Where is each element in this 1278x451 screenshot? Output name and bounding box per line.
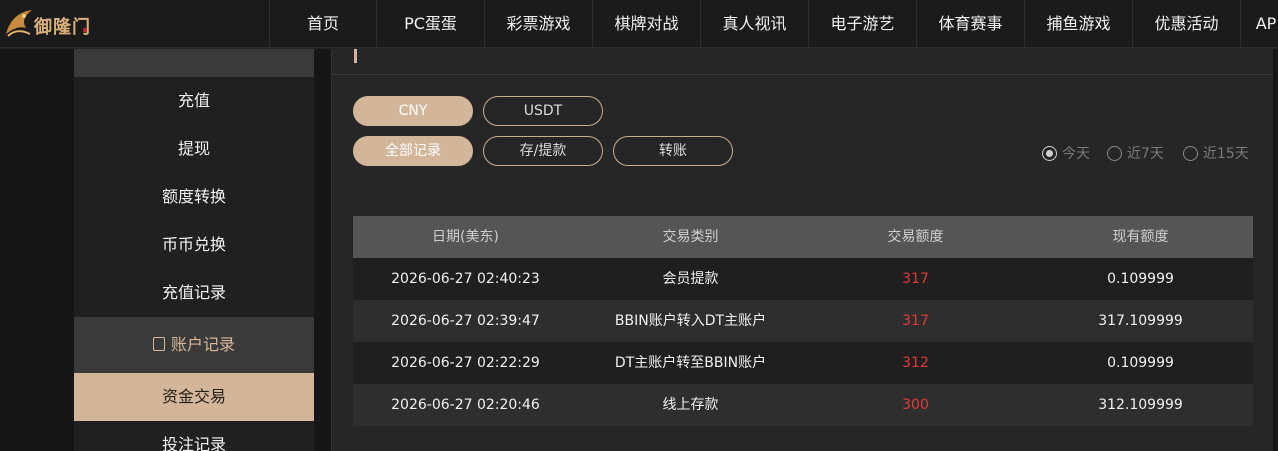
radio-dot-icon: [1107, 145, 1122, 161]
top-nav-bar: 御隆门 首页 PC蛋蛋 彩票游戏 棋牌对战 真人视讯 电子游艺 体育赛事 捕鱼游…: [0, 0, 1278, 48]
filter-deposit-withdraw[interactable]: 存/提款: [483, 136, 603, 166]
cell-balance: 312.109999: [1098, 397, 1183, 413]
cell-balance: 0.109999: [1107, 271, 1174, 287]
nav-promotions[interactable]: 优惠活动: [1133, 0, 1241, 48]
table-row: 2026-06-27 02:40:23 会员提款 317 0.109999: [353, 258, 1253, 300]
table-row: 2026-06-27 02:39:47 BBIN账户转入DT主账户 317 31…: [353, 300, 1253, 342]
column-header-date: 日期(美东): [432, 229, 499, 245]
table-header: 日期(美东) 交易类别 交易额度 现有额度: [353, 216, 1253, 258]
radio-dot-icon: [1042, 145, 1057, 161]
nav-live-casino[interactable]: 真人视讯: [701, 0, 809, 48]
cell-amount: 317: [902, 313, 929, 329]
sidebar-item-transfer[interactable]: 额度转换: [74, 173, 314, 221]
nav-fishing[interactable]: 捕鱼游戏: [1025, 0, 1133, 48]
table-row: 2026-06-27 02:20:46 线上存款 300 312.109999: [353, 384, 1253, 426]
main-nav: 首页 PC蛋蛋 彩票游戏 棋牌对战 真人视讯 电子游艺 体育赛事 捕鱼游戏 优惠…: [270, 0, 1278, 48]
cell-amount: 317: [902, 271, 929, 287]
cell-type: BBIN账户转入DT主账户: [614, 313, 767, 329]
table-row: 2026-06-27 02:22:29 DT主账户转至BBIN账户 312 0.…: [353, 342, 1253, 384]
cell-amount: 312: [902, 355, 929, 371]
cell-balance: 317.109999: [1098, 313, 1183, 329]
panel-header: [332, 49, 1274, 75]
filter-transfer[interactable]: 转账: [613, 136, 733, 166]
column-header-type: 交易类别: [662, 229, 719, 245]
radio-today[interactable]: 今天: [1042, 143, 1090, 163]
tab-usdt[interactable]: USDT: [483, 96, 603, 126]
cell-balance: 0.109999: [1107, 355, 1174, 371]
date-range-selector: 今天 近7天 近15天: [1042, 143, 1249, 163]
nav-pc-egg[interactable]: PC蛋蛋: [377, 0, 485, 48]
nav-slots[interactable]: 电子游艺: [809, 0, 917, 48]
page-left-gutter: [0, 49, 74, 451]
tab-cny[interactable]: CNY: [353, 96, 473, 126]
sidebar-group-account-records[interactable]: 账户记录: [74, 317, 314, 373]
nav-chess-cards[interactable]: 棋牌对战: [593, 0, 701, 48]
page-scrollbar[interactable]: [1273, 49, 1278, 451]
cell-type: 会员提款: [662, 271, 719, 287]
dragon-logo-icon: [6, 10, 32, 37]
account-sidebar: 充值 提现 额度转换 币币兑换 充值记录 账户记录 资金交易 投注记录: [74, 49, 314, 451]
radio-last-15-days[interactable]: 近15天: [1182, 143, 1249, 163]
radio-last-7-days[interactable]: 近7天: [1107, 143, 1164, 163]
column-header-balance: 现有额度: [1112, 229, 1169, 245]
sidebar-item-deposit-records[interactable]: 充值记录: [74, 269, 314, 317]
sidebar-item-withdraw[interactable]: 提现: [74, 125, 314, 173]
filter-all-records[interactable]: 全部记录: [353, 136, 473, 166]
cell-date: 2026-06-27 02:39:47: [391, 313, 540, 329]
cell-date: 2026-06-27 02:20:46: [391, 397, 540, 413]
cell-date: 2026-06-27 02:40:23: [391, 271, 540, 287]
sidebar-group-label: 账户记录: [170, 335, 235, 354]
nav-lottery[interactable]: 彩票游戏: [485, 0, 593, 48]
nav-sports[interactable]: 体育赛事: [917, 0, 1025, 48]
sidebar-item-bet-records[interactable]: 投注记录: [74, 421, 314, 451]
brand-name: 御隆门: [34, 17, 91, 38]
radio-label: 近7天: [1127, 146, 1164, 162]
cell-amount: 300: [902, 397, 929, 413]
cell-type: 线上存款: [662, 397, 719, 413]
document-icon: [152, 337, 165, 351]
nav-home[interactable]: 首页: [270, 0, 377, 48]
column-header-amount: 交易额度: [887, 229, 944, 245]
sidebar-item-deposit[interactable]: 充值: [74, 77, 314, 125]
radio-dot-icon: [1182, 145, 1198, 161]
cell-date: 2026-06-27 02:22:29: [391, 355, 540, 371]
nav-ap[interactable]: AP: [1241, 0, 1278, 48]
sidebar-section-header: [74, 49, 314, 77]
radio-label: 今天: [1062, 146, 1090, 162]
cell-type: DT主账户转至BBIN账户: [614, 355, 767, 371]
panel-header-accent: [354, 49, 357, 63]
brand-logo[interactable]: 御隆门: [0, 0, 270, 48]
content-gutter: [314, 49, 331, 451]
sidebar-item-coin-exchange[interactable]: 币币兑换: [74, 221, 314, 269]
radio-label: 近15天: [1202, 146, 1249, 162]
transactions-table: 日期(美东) 交易类别 交易额度 现有额度 2026-06-27 02:40:2…: [353, 216, 1253, 426]
sidebar-item-fund-transactions[interactable]: 资金交易: [74, 373, 314, 421]
brand-seal: [83, 28, 87, 32]
